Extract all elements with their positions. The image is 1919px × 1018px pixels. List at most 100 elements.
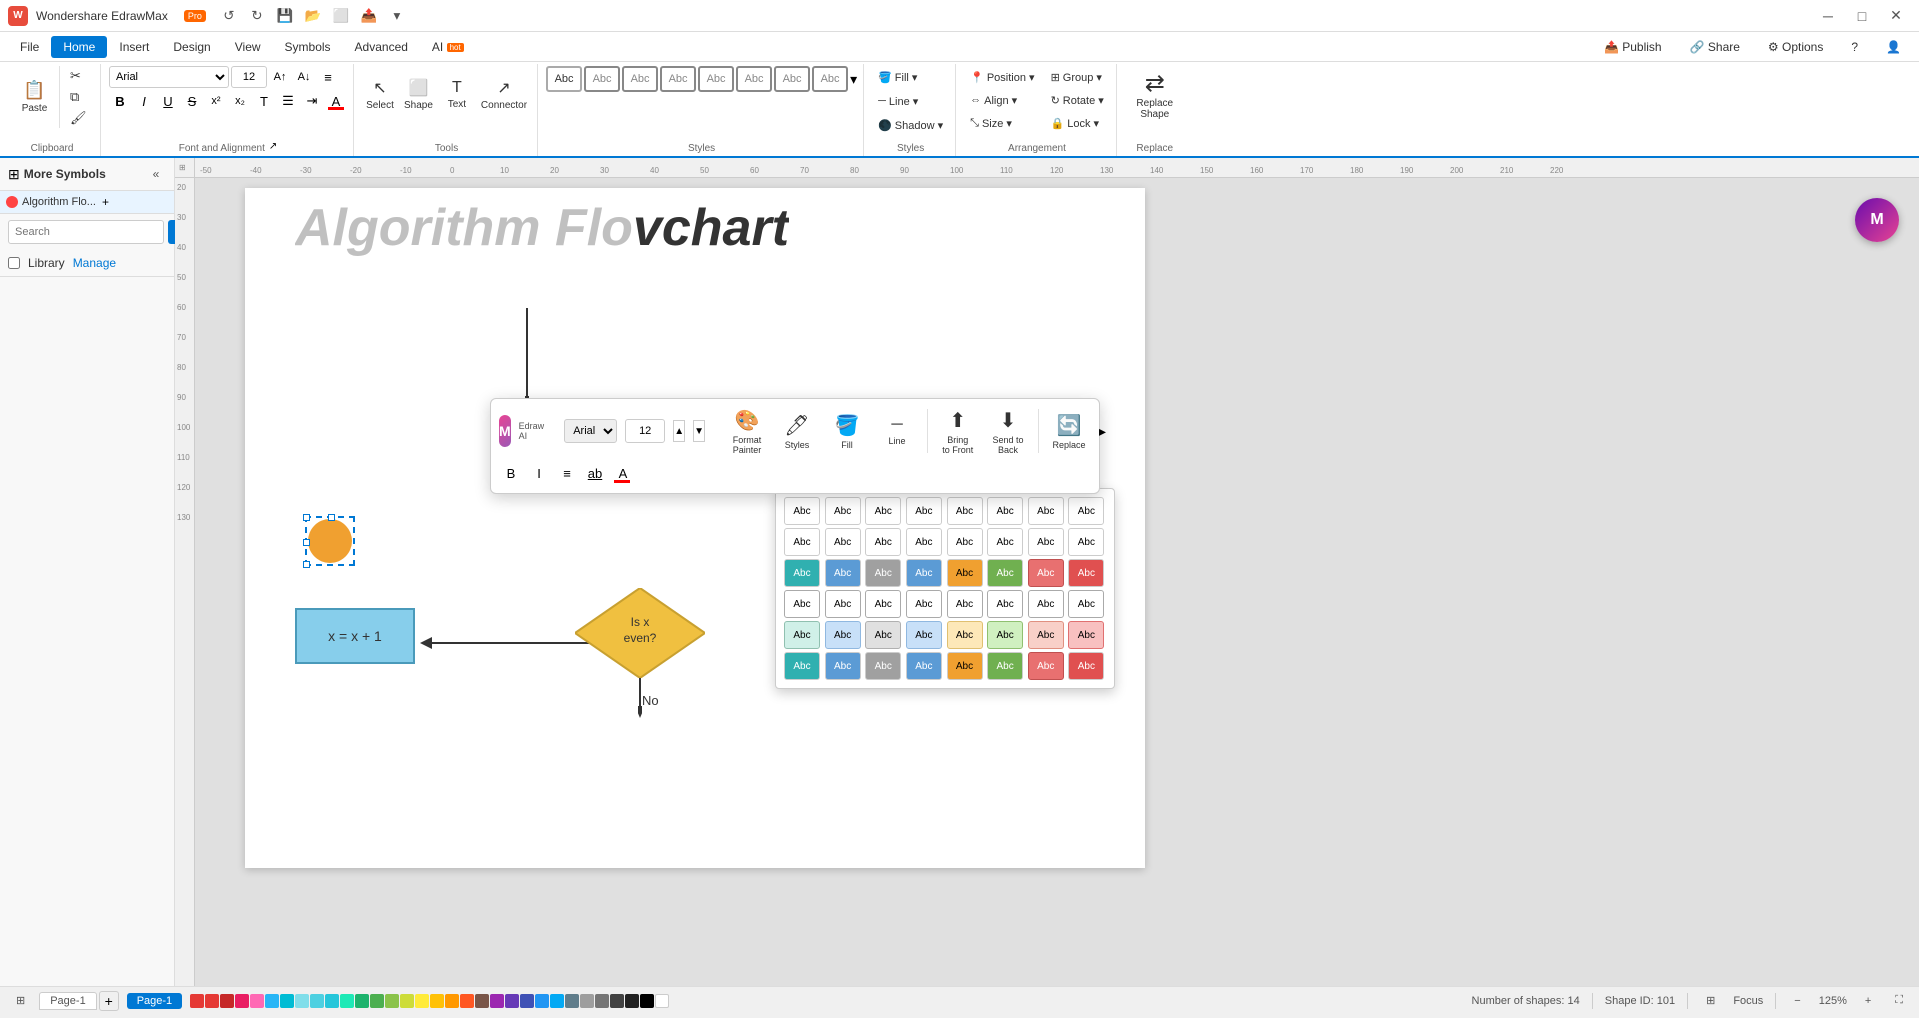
- swatch-r1c6[interactable]: Abc: [987, 497, 1023, 525]
- fullscreen-button[interactable]: ⛶: [1889, 992, 1909, 1009]
- swatch-r5c6[interactable]: Abc: [987, 621, 1023, 649]
- color-deeporange[interactable]: [460, 994, 474, 1008]
- swatch-r3c8[interactable]: Abc: [1068, 559, 1104, 587]
- cut-button[interactable]: ✂: [66, 66, 94, 86]
- color-brown[interactable]: [475, 994, 489, 1008]
- library-label[interactable]: Library: [28, 256, 65, 270]
- font-settings-icon[interactable]: ↗: [269, 141, 277, 154]
- more-button[interactable]: ▾: [386, 5, 408, 27]
- share-button[interactable]: 🔗 Share: [1680, 37, 1750, 57]
- swatch-r3c6[interactable]: Abc: [987, 559, 1023, 587]
- swatch-r1c8[interactable]: Abc: [1068, 497, 1104, 525]
- handle-bl[interactable]: [303, 561, 310, 568]
- page-grid-button[interactable]: ⊞: [10, 992, 31, 1009]
- swatch-r4c6[interactable]: Abc: [987, 590, 1023, 618]
- open-button[interactable]: 📂: [302, 5, 324, 27]
- menu-insert[interactable]: Insert: [107, 36, 161, 58]
- color-green2[interactable]: [370, 994, 384, 1008]
- popup-font-select[interactable]: Arial: [564, 419, 617, 443]
- zoom-in-button[interactable]: +: [1859, 993, 1877, 1009]
- swatch-r3c2[interactable]: Abc: [825, 559, 861, 587]
- close-button[interactable]: ✕: [1881, 6, 1911, 26]
- swatch-r4c8[interactable]: Abc: [1068, 590, 1104, 618]
- align-button[interactable]: ⇔ Align ▾: [964, 89, 1040, 111]
- swatch-r2c3[interactable]: Abc: [865, 528, 901, 556]
- swatch-r6c3[interactable]: Abc: [865, 652, 901, 680]
- color-skyblue[interactable]: [265, 994, 279, 1008]
- style-swatch-1[interactable]: Abc: [546, 66, 582, 92]
- swatch-r3c7[interactable]: Abc: [1028, 559, 1064, 587]
- swatch-r2c6[interactable]: Abc: [987, 528, 1023, 556]
- swatch-r6c6[interactable]: Abc: [987, 652, 1023, 680]
- color-lightpink[interactable]: [250, 994, 264, 1008]
- swatch-r6c1[interactable]: Abc: [784, 652, 820, 680]
- strikethrough-button[interactable]: S: [181, 90, 203, 112]
- color-green[interactable]: [355, 994, 369, 1008]
- popup-line-button[interactable]: ─ Line: [875, 407, 919, 455]
- text-style-button[interactable]: T: [253, 90, 275, 112]
- color-teal[interactable]: [310, 994, 324, 1008]
- swatch-r2c8[interactable]: Abc: [1068, 528, 1104, 556]
- popup-replace-button[interactable]: 🔄 Replace: [1047, 407, 1091, 455]
- add-page-button[interactable]: +: [99, 991, 119, 1011]
- format-painter-button[interactable]: 🖌: [66, 108, 94, 128]
- styles-expand-button[interactable]: ▾: [850, 66, 857, 92]
- size-button[interactable]: ⤡ Size ▾: [964, 112, 1040, 134]
- underline-button[interactable]: U: [157, 90, 179, 112]
- color-blue[interactable]: [535, 994, 549, 1008]
- menu-advanced[interactable]: Advanced: [343, 36, 420, 58]
- color-red[interactable]: [190, 994, 204, 1008]
- swatch-r5c4[interactable]: Abc: [906, 621, 942, 649]
- swatch-r6c7[interactable]: Abc: [1028, 652, 1064, 680]
- swatch-r6c2[interactable]: Abc: [825, 652, 861, 680]
- swatch-r1c7[interactable]: Abc: [1028, 497, 1064, 525]
- swatch-r5c3[interactable]: Abc: [865, 621, 901, 649]
- font-family-select[interactable]: Arial: [109, 66, 229, 88]
- options-button[interactable]: ⚙ Options: [1758, 37, 1833, 57]
- active-page-tab[interactable]: Page-1: [127, 993, 182, 1009]
- copy-button[interactable]: ⧉: [66, 87, 94, 107]
- swatch-r3c3[interactable]: Abc: [865, 559, 901, 587]
- bold-button[interactable]: B: [109, 90, 131, 112]
- color-charcoal[interactable]: [610, 994, 624, 1008]
- undo-button[interactable]: ↺: [218, 5, 240, 27]
- font-color-button[interactable]: A: [325, 90, 347, 112]
- color-indigo[interactable]: [520, 994, 534, 1008]
- text-tool-button[interactable]: T Text: [439, 66, 475, 122]
- swatch-r3c1[interactable]: Abc: [784, 559, 820, 587]
- flow-box-x[interactable]: x = x + 1: [295, 608, 415, 664]
- color-orange[interactable]: [445, 994, 459, 1008]
- color-darkred[interactable]: [220, 994, 234, 1008]
- flow-diamond[interactable]: Is x even?: [575, 588, 705, 678]
- popup-underline-button[interactable]: ab: [583, 461, 607, 485]
- swatch-r4c7[interactable]: Abc: [1028, 590, 1064, 618]
- swatch-r5c1[interactable]: Abc: [784, 621, 820, 649]
- text-align-button[interactable]: ≡: [317, 66, 339, 88]
- group-button[interactable]: ⊞ Group ▾: [1045, 66, 1110, 88]
- position-button[interactable]: 📍 Position ▾: [964, 66, 1040, 88]
- style-swatch-6[interactable]: Abc: [736, 66, 772, 92]
- swatch-r3c4[interactable]: Abc: [906, 559, 942, 587]
- minimize-button[interactable]: ─: [1813, 6, 1843, 26]
- menu-file[interactable]: File: [8, 36, 51, 58]
- menu-design[interactable]: Design: [161, 36, 222, 58]
- swatch-r1c4[interactable]: Abc: [906, 497, 942, 525]
- style-swatch-2[interactable]: Abc: [584, 66, 620, 92]
- popup-size-down-button[interactable]: ▼: [693, 420, 705, 442]
- maximize-button[interactable]: □: [1847, 6, 1877, 26]
- swatch-r6c8[interactable]: Abc: [1068, 652, 1104, 680]
- style-swatch-8[interactable]: Abc: [812, 66, 848, 92]
- canvas-area[interactable]: ⊞ -50 -40 -30 -20 -10 0 10 20 30 40 50 6…: [175, 158, 1919, 986]
- save-button[interactable]: 💾: [274, 5, 296, 27]
- selected-shape-container[interactable]: [305, 516, 355, 566]
- handle-ml[interactable]: [303, 539, 310, 546]
- color-gray[interactable]: [580, 994, 594, 1008]
- color-nearblack[interactable]: [625, 994, 639, 1008]
- add-tab-button[interactable]: +: [102, 195, 109, 209]
- swatch-r4c4[interactable]: Abc: [906, 590, 942, 618]
- help-button[interactable]: ?: [1841, 37, 1868, 57]
- italic-button[interactable]: I: [133, 90, 155, 112]
- zoom-out-button[interactable]: −: [1788, 993, 1806, 1009]
- publish-button[interactable]: 📤 Publish: [1594, 37, 1672, 57]
- swatch-r4c2[interactable]: Abc: [825, 590, 861, 618]
